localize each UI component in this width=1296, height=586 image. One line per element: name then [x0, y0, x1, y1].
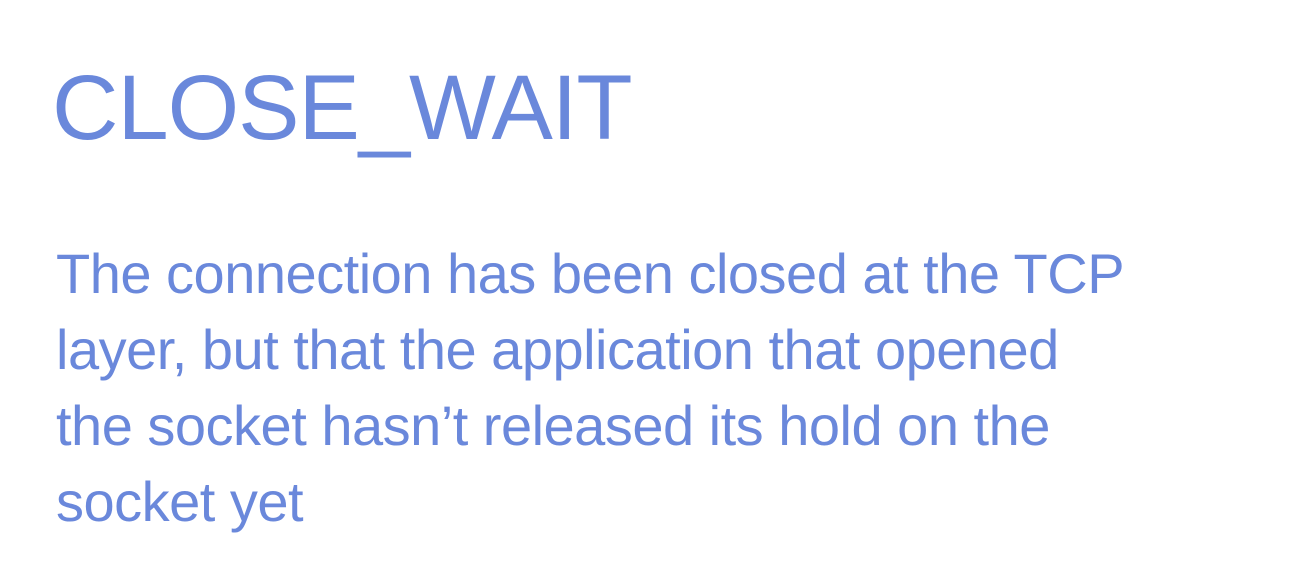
- description-line-3: the socket hasn’t released its hold on t…: [56, 394, 1050, 457]
- slide-title: CLOSE_WAIT: [52, 57, 633, 159]
- slide: CLOSE_WAIT The connection has been close…: [0, 0, 1296, 586]
- description-line-4: socket yet: [56, 470, 304, 533]
- slide-description: The connection has been closed at the TC…: [56, 236, 1256, 540]
- description-line-2: layer, but that the application that ope…: [56, 318, 1059, 381]
- description-line-1: The connection has been closed at the TC…: [56, 242, 1125, 305]
